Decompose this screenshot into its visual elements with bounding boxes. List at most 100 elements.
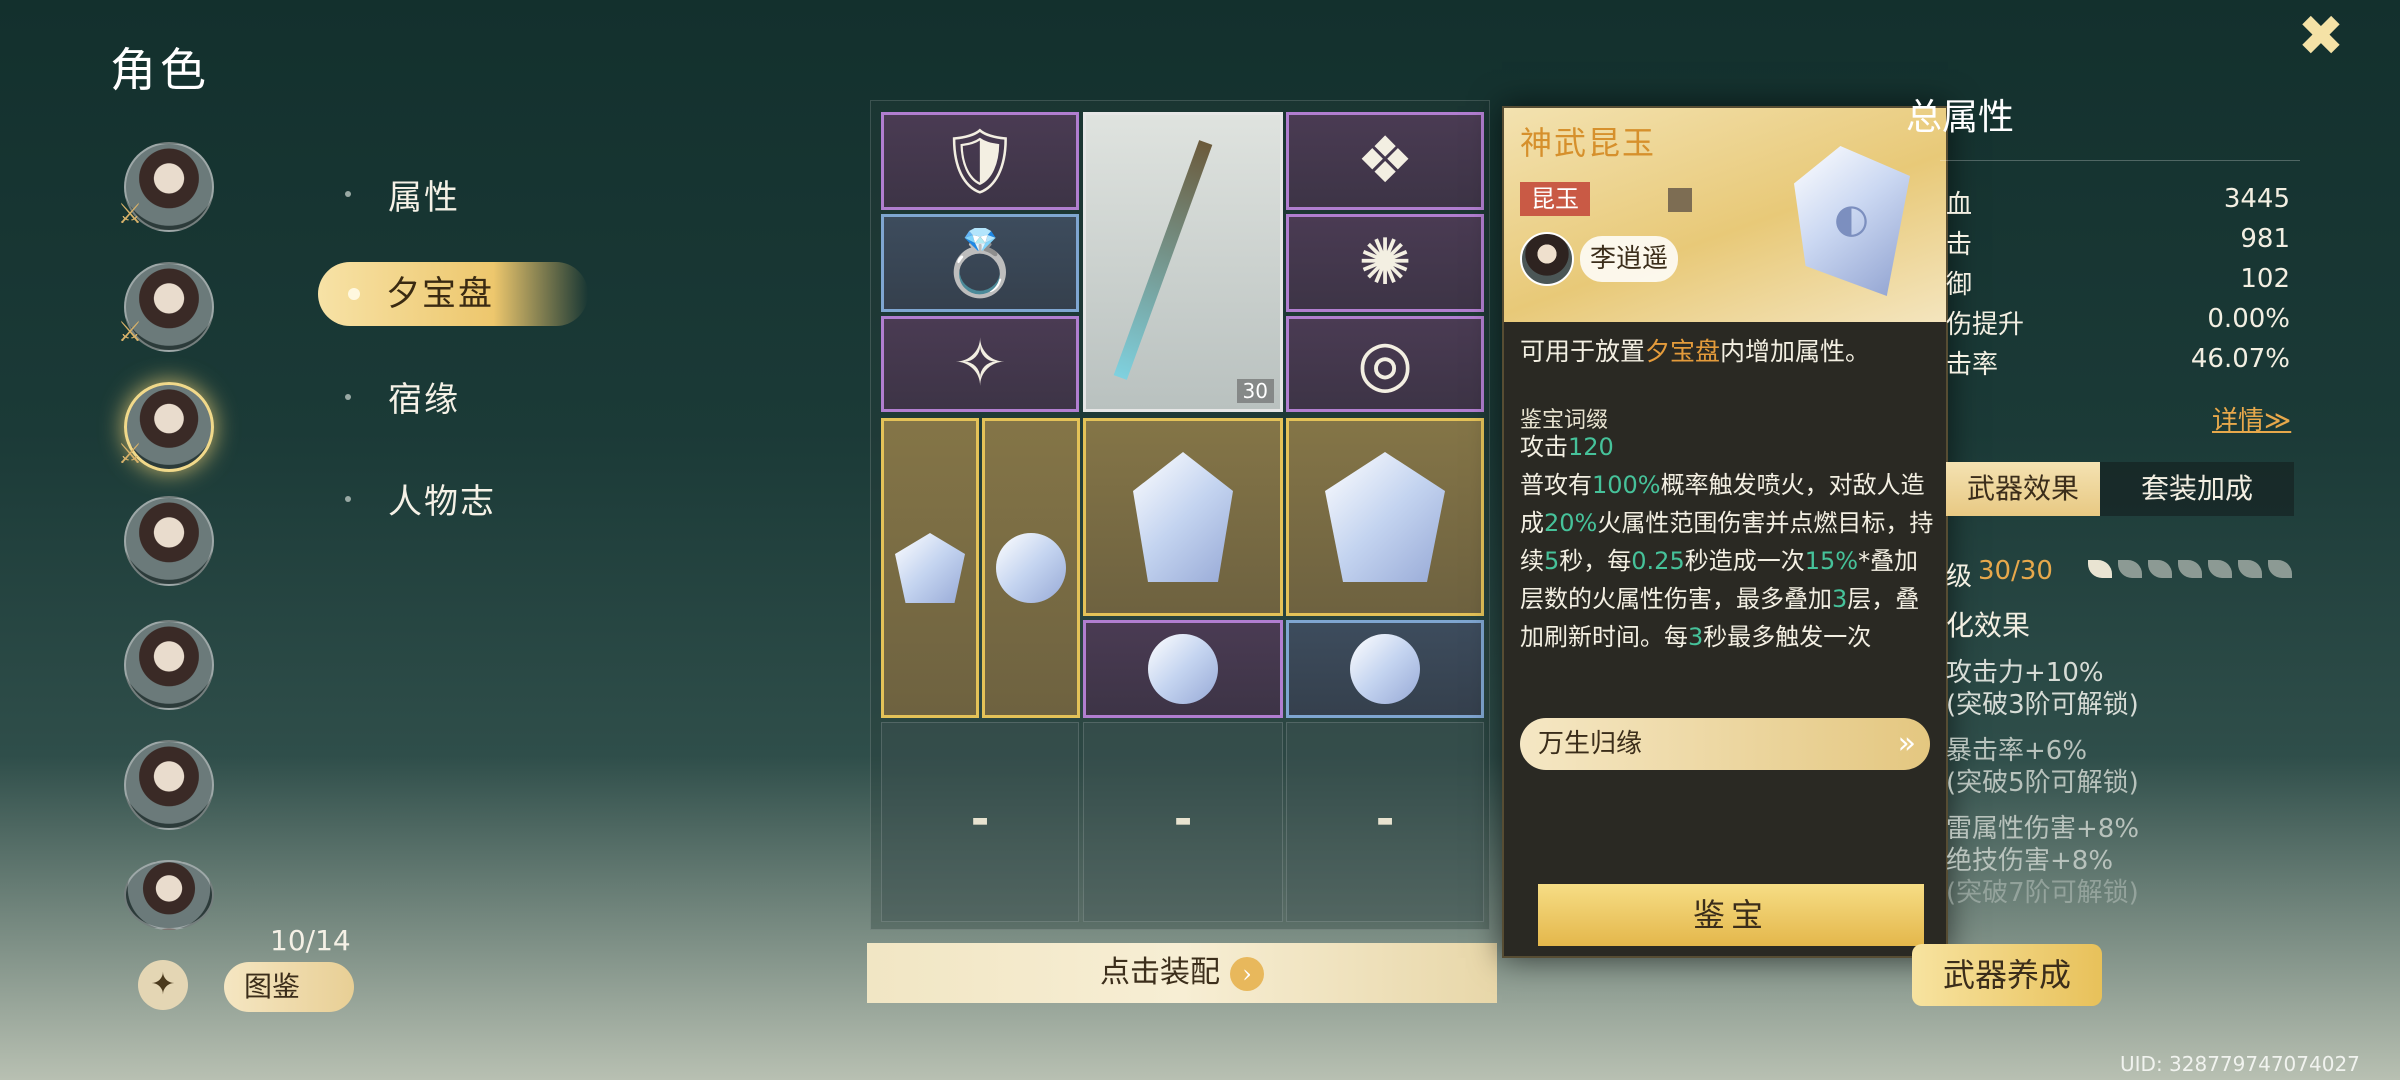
- menu-treasure-board[interactable]: 夕宝盘: [318, 262, 588, 326]
- bracelet-icon: ◎: [1357, 327, 1413, 401]
- lock-icon: ▬: [1174, 810, 1192, 831]
- gem-slot-6[interactable]: [1286, 620, 1484, 718]
- appraise-button[interactable]: 鉴宝: [1538, 884, 1924, 946]
- effect-text-part: 秒，每: [1559, 547, 1632, 575]
- gem-icon: [1148, 634, 1218, 704]
- charm-icon: ✺: [1358, 226, 1412, 300]
- item-description: 可用于放置夕宝盘内增加属性。: [1520, 332, 1940, 368]
- ornament-icon: ✧: [953, 327, 1007, 401]
- chevron-right-icon: »: [1897, 726, 1916, 761]
- menu-dot: [345, 496, 351, 502]
- sword-badge-icon: ⚔: [117, 315, 143, 348]
- stat-value: 102: [2240, 264, 2290, 294]
- item-tooltip: 神武昆玉 昆玉 李逍遥 ◐ 可用于放置夕宝盘内增加属性。 鉴宝词缀 攻击120 …: [1502, 106, 1948, 958]
- close-icon[interactable]: ✖: [2290, 6, 2352, 68]
- star-leaf-icon: [2268, 560, 2292, 578]
- stat-label: 伤提升: [1946, 310, 2025, 340]
- menu-dot: [345, 394, 351, 400]
- effect-text-part: 秒最多触发一次: [1703, 623, 1872, 651]
- gem-icon: [1325, 452, 1445, 582]
- character-avatar-6[interactable]: [124, 740, 214, 830]
- stat-value: 46.07%: [2190, 344, 2290, 374]
- star-leaf-icon: [2238, 560, 2262, 578]
- set-bonus-row[interactable]: 万生归缘 »: [1520, 718, 1930, 770]
- gem-icon: [996, 533, 1066, 603]
- effect-unlock-note: (突破3阶可解锁): [1946, 690, 2139, 720]
- effect-text-part: 普攻有: [1520, 471, 1592, 499]
- sword-badge-icon: ⚔: [117, 437, 143, 470]
- swirl-icon: ◐: [1834, 196, 1869, 242]
- page-title: 角色: [110, 43, 210, 97]
- effect-unlock-note: (突破5阶可解锁): [1946, 768, 2139, 798]
- gem-icon: [1350, 634, 1420, 704]
- handbook-button[interactable]: 图鉴: [224, 962, 354, 1012]
- handbook-label: 图鉴: [244, 970, 301, 1003]
- character-avatar-4[interactable]: [124, 496, 214, 586]
- menu-biography[interactable]: 人物志: [388, 474, 496, 523]
- effect-value: 20%: [1544, 509, 1598, 537]
- panel-title: 总属性: [1906, 97, 2015, 138]
- stat-label: 击率: [1946, 350, 1999, 380]
- stat-value: 981: [2240, 224, 2290, 254]
- weapon-slot[interactable]: 30: [1083, 112, 1283, 412]
- compass-icon[interactable]: ✦: [138, 960, 188, 1010]
- item-name: 神武昆玉: [1520, 124, 1657, 162]
- stat-label: 击: [1946, 230, 1973, 260]
- effect-value: 100%: [1592, 471, 1661, 499]
- star-leaf-icon: [2208, 560, 2232, 578]
- effect-unlock-note: (突破7阶可解锁): [1946, 878, 2139, 908]
- level-label: 级: [1946, 562, 1973, 592]
- tab-weapon-effect[interactable]: 武器效果: [1946, 462, 2100, 516]
- desc-highlight: 夕宝盘: [1645, 337, 1721, 366]
- owner-name: 李逍遥: [1580, 236, 1679, 282]
- shield-icon: 🛡: [939, 124, 1021, 199]
- menu-attributes[interactable]: 属性: [388, 170, 460, 219]
- slot-amulet[interactable]: ❖: [1286, 112, 1484, 210]
- menu-fate[interactable]: 宿缘: [388, 372, 460, 421]
- stat-label: 御: [1946, 270, 1973, 300]
- owner-avatar: [1520, 232, 1574, 286]
- star-leaf-icon: [2088, 560, 2112, 578]
- gem-slot-2[interactable]: [982, 418, 1080, 718]
- slot-charm[interactable]: ✺: [1286, 214, 1484, 312]
- slot-ring[interactable]: 💍: [881, 214, 1079, 312]
- gem-slot-3[interactable]: [1083, 418, 1283, 616]
- lock-icon: ▬: [971, 810, 989, 831]
- star-leaf-icon: [2118, 560, 2142, 578]
- equip-button[interactable]: 点击装配 ›: [867, 943, 1497, 1003]
- effect-value: 3: [1832, 585, 1848, 613]
- tab-set-bonus[interactable]: 套装加成: [2100, 462, 2294, 516]
- slot-ornament[interactable]: ✧: [881, 316, 1079, 412]
- affix-body: 攻击120 普攻有100%概率触发喷火，对敌人造成20%火属性范围伤害并点燃目标…: [1520, 428, 1940, 656]
- effect-value: 15%: [1804, 547, 1859, 575]
- attack-value: 120: [1568, 433, 1614, 461]
- sword-icon: [1113, 140, 1213, 380]
- attack-line: 攻击120: [1520, 428, 1940, 466]
- gem-slot-5[interactable]: [1083, 620, 1283, 718]
- effect-header: 化效果: [1946, 609, 2031, 642]
- gem-slot-1[interactable]: [881, 418, 979, 718]
- slot-badge[interactable]: 🛡: [881, 112, 1079, 210]
- weapon-level: 30: [1236, 379, 1274, 403]
- star-leaf-icon: [2178, 560, 2202, 578]
- details-link[interactable]: 详情≫: [2212, 400, 2291, 437]
- desc-suffix: 内增加属性。: [1720, 337, 1871, 366]
- quality-square-icon: [1668, 188, 1692, 212]
- character-count: 10/14: [270, 924, 351, 957]
- weapon-cultivate-button[interactable]: 武器养成: [1912, 944, 2102, 1006]
- attack-label: 攻击: [1520, 433, 1568, 461]
- arrow-right-icon: ›: [1230, 957, 1264, 991]
- gem-icon: [895, 533, 965, 603]
- gem-slot-4[interactable]: [1286, 418, 1484, 616]
- gem-icon: [1133, 452, 1233, 582]
- slot-bracelet[interactable]: ◎: [1286, 316, 1484, 412]
- uid-label: UID: 328779747074027: [2120, 1052, 2360, 1076]
- effect-text: 普攻有100%概率触发喷火，对敌人造成20%火属性范围伤害并点燃目标，持续5秒，…: [1520, 466, 1940, 656]
- desc-prefix: 可用于放置: [1520, 337, 1646, 366]
- item-type-tag: 昆玉: [1520, 182, 1590, 216]
- menu-dot: [345, 191, 351, 197]
- effect-value: 0.25: [1631, 547, 1685, 575]
- character-avatar-5[interactable]: [124, 620, 214, 710]
- divider: [1940, 160, 2300, 161]
- character-avatar-7[interactable]: [124, 860, 214, 930]
